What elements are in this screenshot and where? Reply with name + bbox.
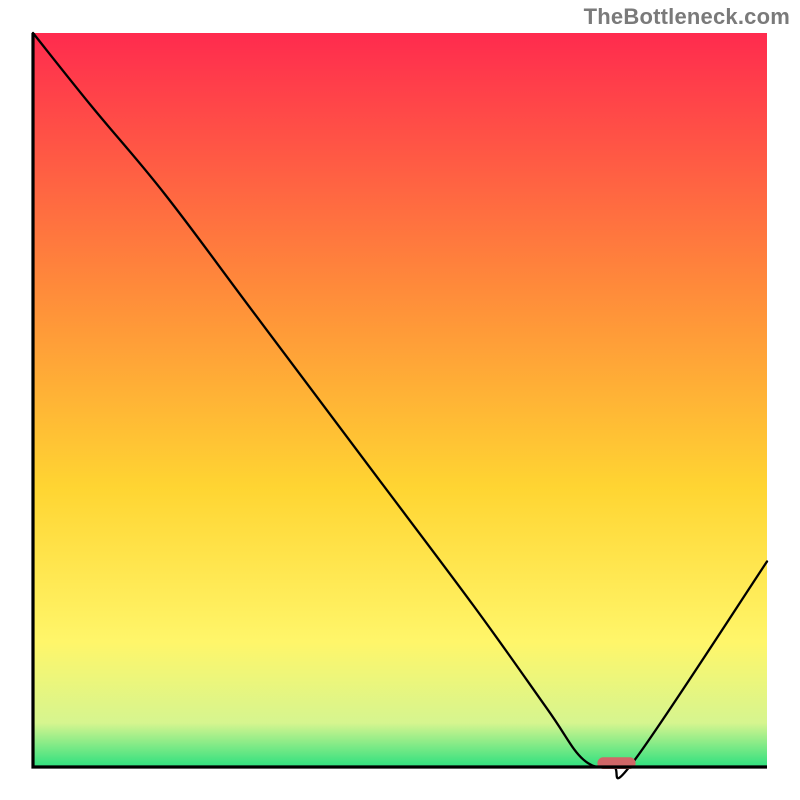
plot-background xyxy=(33,33,767,767)
chart-container: TheBottleneck.com xyxy=(0,0,800,800)
bottleneck-chart xyxy=(0,0,800,800)
watermark-text: TheBottleneck.com xyxy=(584,4,790,30)
